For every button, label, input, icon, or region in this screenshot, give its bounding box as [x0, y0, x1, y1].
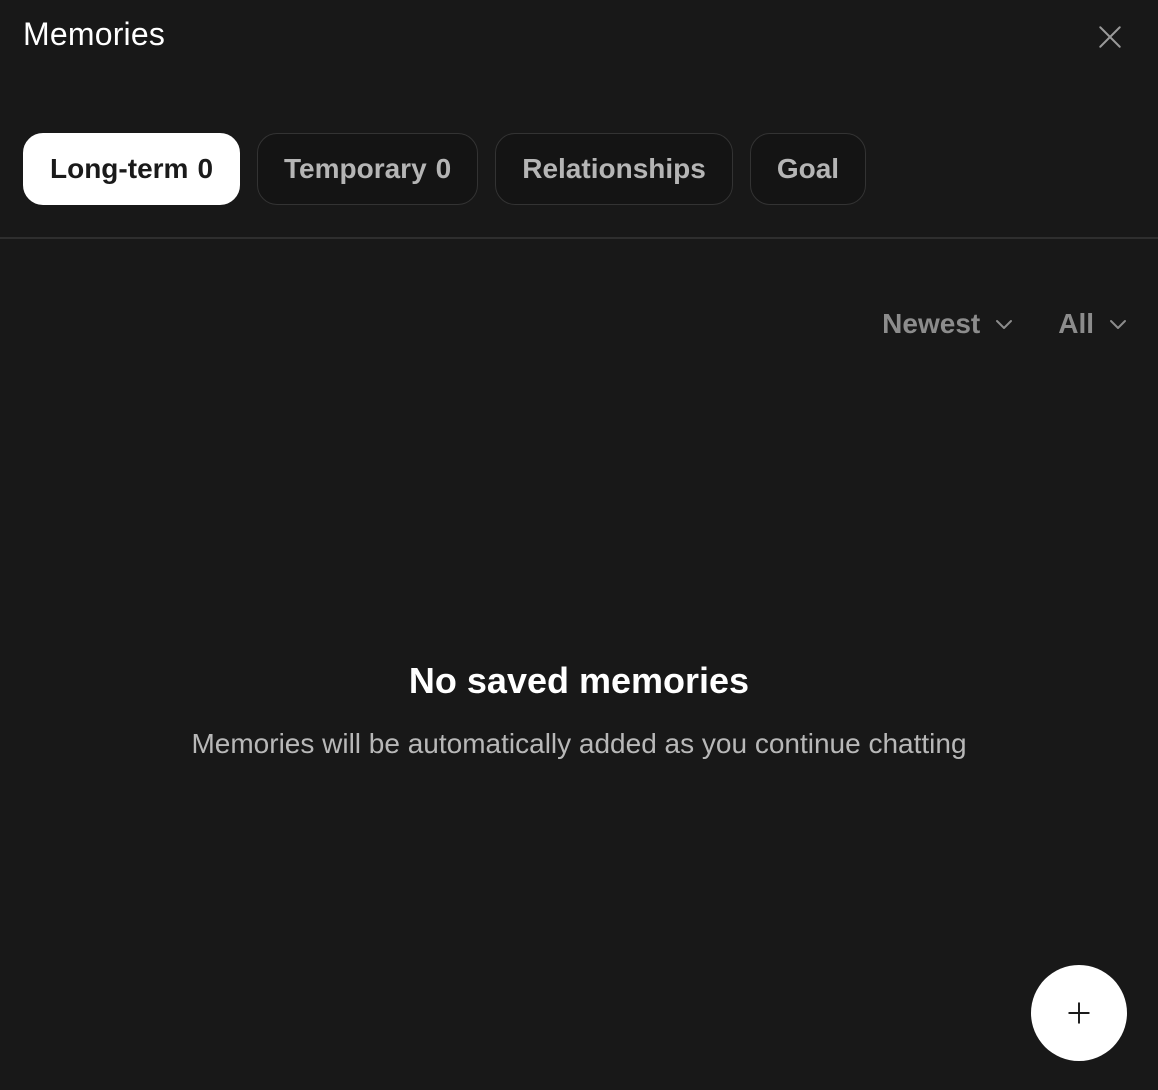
close-icon — [1099, 26, 1121, 48]
tab-label: Long-term — [50, 153, 189, 184]
tab-label: Relationships — [522, 153, 706, 184]
plus-icon — [1068, 1002, 1090, 1024]
page-title: Memories — [23, 16, 166, 52]
tab-long-term[interactable]: Long-term 0 — [23, 133, 241, 205]
sort-label: Newest — [882, 308, 981, 339]
memory-tabs: Long-term 0 Temporary 0 Relationships Go… — [23, 133, 867, 205]
add-memory-button[interactable] — [1031, 965, 1127, 1061]
tab-label: Goal — [776, 153, 840, 184]
memories-panel: Memories Long-term 0 Temporary 0 Relatio… — [0, 0, 1158, 1090]
chevron-down-icon — [1110, 320, 1126, 329]
chevron-down-icon — [996, 320, 1013, 329]
header: Memories — [0, 0, 1158, 80]
tab-temporary[interactable]: Temporary 0 — [257, 133, 479, 205]
close-button[interactable] — [1092, 19, 1128, 55]
tab-label: Temporary — [284, 153, 427, 184]
tab-relationships[interactable]: Relationships — [495, 133, 733, 205]
divider — [0, 237, 1158, 239]
empty-state-subtitle: Memories will be automatically added as … — [191, 728, 967, 759]
scope-dropdown[interactable]: All — [1058, 308, 1128, 340]
scope-label: All — [1058, 308, 1094, 339]
tab-count: 0 — [197, 153, 214, 184]
empty-state-title: No saved memories — [408, 660, 750, 701]
sort-dropdown[interactable]: Newest — [882, 308, 1014, 340]
tab-goal[interactable]: Goal — [749, 133, 867, 205]
tab-count: 0 — [435, 153, 452, 184]
empty-state: No saved memories Memories will be autom… — [0, 660, 1158, 760]
filter-bar: Newest All — [882, 308, 1128, 340]
